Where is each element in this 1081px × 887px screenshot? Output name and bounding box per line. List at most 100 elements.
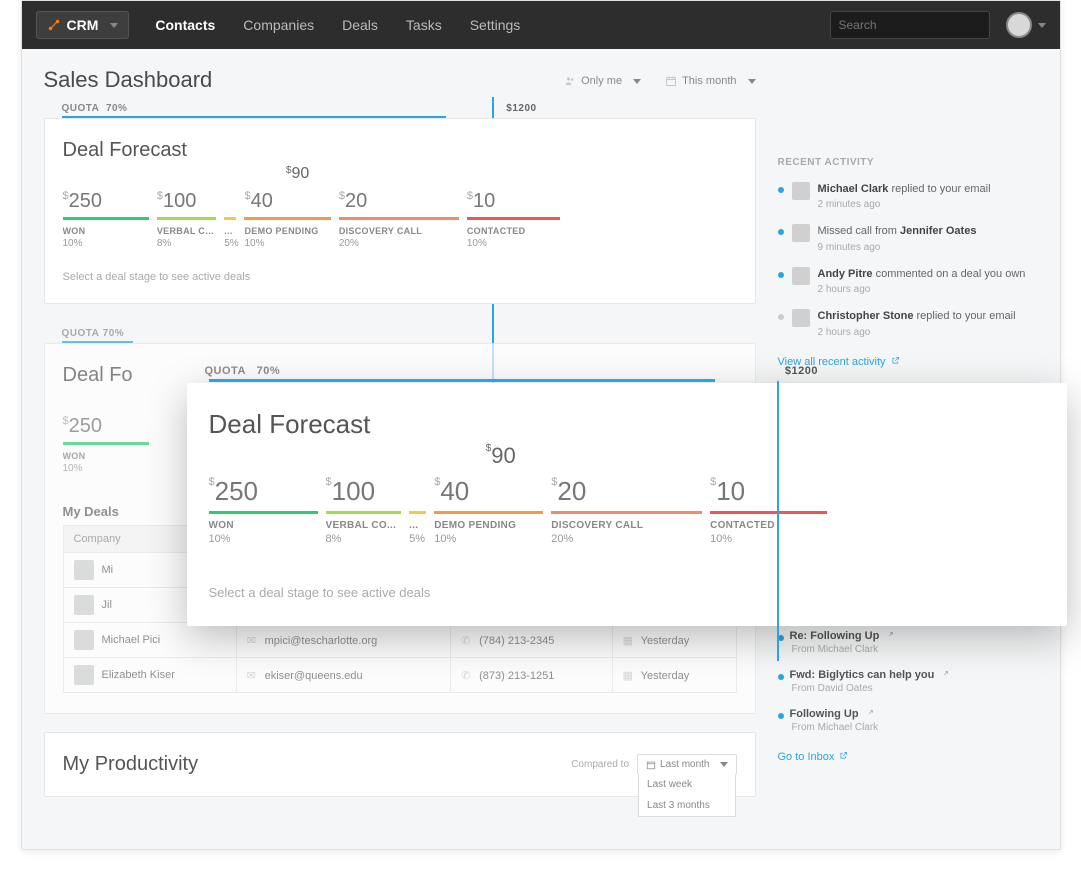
compare-label: Compared to (571, 759, 629, 770)
external-link-icon (940, 670, 949, 679)
nav-companies[interactable]: Companies (243, 17, 314, 33)
period-label: This month (682, 75, 736, 87)
zoom-quota-bar (209, 379, 715, 382)
scope-filter[interactable]: Only me (564, 75, 641, 87)
user-avatar[interactable] (1006, 12, 1032, 38)
external-link-icon (865, 709, 874, 718)
forecast-stage[interactable]: $20DISCOVERY CALL20% (551, 476, 710, 545)
search-input[interactable] (830, 11, 990, 39)
activity-time: 9 minutes ago (818, 242, 977, 253)
activity-item[interactable]: Andy Pitre commented on a deal you own 2 … (778, 267, 1038, 295)
activity-item[interactable]: Christopher Stone replied to your email 2… (778, 309, 1038, 337)
calendar-icon (646, 760, 656, 770)
calendar-icon (665, 75, 677, 87)
status-dot-icon (778, 713, 784, 719)
nav-settings[interactable]: Settings (470, 17, 521, 33)
email-item[interactable]: Following Up From Michael Clark (778, 708, 1038, 733)
avatar (74, 665, 94, 685)
nav-deals[interactable]: Deals (342, 17, 378, 33)
avatar (792, 309, 810, 327)
zoom-quota-marker (777, 381, 779, 661)
people-icon (564, 75, 576, 87)
quota-pct: 70% (106, 103, 128, 114)
forecast-stage[interactable]: $250WON10% (209, 476, 326, 545)
status-dot-icon (778, 272, 784, 278)
contact-name: Jil (102, 599, 112, 611)
quota-amount: $1200 (506, 103, 536, 114)
zoom-forecast-title: Deal Forecast (209, 409, 1045, 440)
activity-time: 2 hours ago (818, 284, 1026, 295)
phone-icon: ✆ (461, 634, 473, 647)
zoom-quota-header: QUOTA 70% $1200 (187, 359, 1067, 379)
caret-down-icon (720, 762, 728, 767)
compare-dropdown[interactable]: Last month Last week Last 3 months (637, 754, 736, 775)
forecast-stage[interactable]: $40DEMO PENDING10% (434, 476, 551, 545)
quota-header: QUOTA 70% $1200 (44, 97, 756, 116)
quota-label: QUOTA (62, 103, 100, 114)
period-filter[interactable]: This month (665, 75, 755, 87)
caret-down-icon (748, 79, 756, 84)
email-subject: Fwd: Biglytics can help you (790, 669, 935, 681)
productivity-card: My Productivity Compared to Last month L… (44, 732, 756, 797)
forecast-stage[interactable]: $250WON10% (63, 190, 157, 249)
avatar (74, 595, 94, 615)
caret-down-icon (633, 79, 641, 84)
forecast-stage[interactable]: ...5% (409, 476, 434, 545)
nav-tasks[interactable]: Tasks (406, 17, 442, 33)
forecast-stage[interactable]: $100VERBAL CO...8% (157, 190, 224, 249)
activity-time: 2 minutes ago (818, 199, 991, 210)
email-from: From Michael Clark (792, 722, 1038, 733)
caret-down-icon (110, 23, 118, 28)
calendar-icon: ▦ (623, 634, 635, 647)
status-dot-icon (778, 187, 784, 193)
deal-forecast-card: Deal Forecast $90 $250WON10%$100VERBAL C… (44, 118, 756, 304)
forecast-hint: Select a deal stage to see active deals (63, 271, 737, 283)
activity-time: 2 hours ago (818, 327, 1016, 338)
forecast-stage[interactable]: $10CONTACTED10% (467, 190, 568, 249)
forecast-stage[interactable]: $20DISCOVERY CALL20% (339, 190, 467, 249)
go-to-inbox-link[interactable]: Go to Inbox (778, 751, 849, 763)
zoom-forecast-hint: Select a deal stage to see active deals (209, 585, 1045, 600)
productivity-title: My Productivity (63, 753, 199, 776)
email-item[interactable]: Re: Following Up From Michael Clark (778, 630, 1038, 655)
external-link-icon (885, 631, 894, 640)
forecast-stage[interactable]: $10CONTACTED10% (710, 476, 835, 545)
email-from: From David Oates (792, 683, 1038, 694)
email-icon: ✉ (247, 634, 259, 647)
compare-current: Last month (660, 759, 709, 770)
zoom-forecast-high: $90 (486, 443, 516, 469)
forecast-title: Deal Forecast (63, 139, 737, 162)
activity-item[interactable]: Michael Clark replied to your email 2 min… (778, 182, 1038, 210)
forecast-stage[interactable]: $100VERBAL CO...8% (326, 476, 410, 545)
forecast-stage[interactable]: ...5% (224, 190, 244, 249)
status-dot-icon (778, 674, 784, 680)
email-subject: Re: Following Up (790, 630, 880, 642)
brand-label: CRM (67, 17, 99, 33)
forecast-stages: $250WON10%$100VERBAL CO...8% ...5%$40DEM… (63, 190, 737, 249)
email-from: From Michael Clark (792, 644, 1038, 655)
activity-item[interactable]: Missed call from Jennifer Oates9 minutes… (778, 224, 1038, 252)
activity-text: Andy Pitre commented on a deal you own (818, 267, 1026, 282)
status-dot-icon (778, 314, 784, 320)
contact-name: Elizabeth Kiser (102, 669, 175, 681)
avatar (792, 267, 810, 285)
activity-text: Michael Clark replied to your email (818, 182, 991, 197)
compare-option[interactable]: Last week (639, 774, 734, 795)
compare-option[interactable]: Last 3 months (639, 795, 734, 816)
table-row[interactable]: Elizabeth Kiser✉ekiser@queens.edu✆(873) … (63, 658, 736, 693)
forecast-stage[interactable]: $40DEMO PENDING10% (244, 190, 338, 249)
status-dot-icon (778, 229, 784, 235)
table-row[interactable]: Michael Pici✉mpici@tescharlotte.org✆(784… (63, 623, 736, 658)
activity-text: Christopher Stone replied to your email (818, 309, 1016, 324)
calendar-icon: ▦ (623, 669, 635, 682)
contact-name: Mi (102, 564, 114, 576)
brand-switcher[interactable]: CRM (36, 11, 130, 39)
avatar (74, 560, 94, 580)
compare-menu: Last week Last 3 months (638, 774, 735, 817)
nav-contacts[interactable]: Contacts (155, 17, 215, 33)
deal-forecast-zoom-card: Deal Forecast $90 $250WON10%$100VERBAL C… (187, 383, 1067, 626)
user-menu-caret-icon[interactable] (1038, 23, 1046, 28)
email-item[interactable]: Fwd: Biglytics can help you From David O… (778, 669, 1038, 694)
zoom-quota-amount: $1200 (785, 365, 818, 377)
email-icon: ✉ (247, 669, 259, 682)
